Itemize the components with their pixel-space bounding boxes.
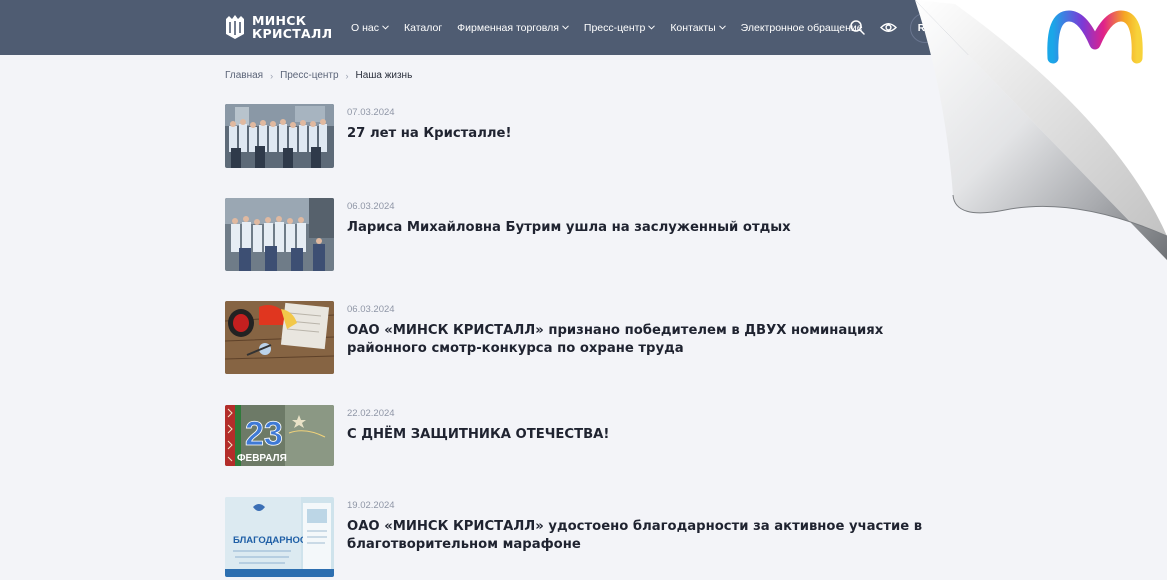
news-item[interactable]: БЛАГОДАРНОСТЬ 19.02.2024 ОАО «МИНСК КРИС… xyxy=(225,497,937,577)
nav-item-catalog[interactable]: Каталог xyxy=(404,22,442,34)
site-header: МИНСК КРИСТАЛЛ О нас Каталог Фирменная т… xyxy=(0,0,1167,55)
language-switch[interactable]: RU xyxy=(910,13,940,43)
main-nav: О нас Каталог Фирменная торговля Пресс-ц… xyxy=(351,0,863,55)
thumb-number: 23 xyxy=(245,415,283,453)
news-body: 06.03.2024 ОАО «МИНСК КРИСТАЛЛ» признано… xyxy=(347,301,937,374)
news-item[interactable]: 06.03.2024 ОАО «МИНСК КРИСТАЛЛ» признано… xyxy=(225,301,937,374)
breadcrumb: Главная › Пресс-центр › Наша жизнь xyxy=(225,70,412,81)
search-icon[interactable] xyxy=(849,19,866,36)
news-body: 06.03.2024 Лариса Михайловна Бутрим ушла… xyxy=(347,198,937,271)
news-date: 19.02.2024 xyxy=(347,500,395,511)
nav-item-retail[interactable]: Фирменная торговля xyxy=(457,22,569,34)
nav-item-press-center[interactable]: Пресс-центр xyxy=(583,21,656,34)
chevron-down-icon xyxy=(562,25,569,30)
news-date: 06.03.2024 xyxy=(347,201,395,212)
news-date: 22.02.2024 xyxy=(347,408,395,419)
nav-label: Электронное обращение xyxy=(740,21,863,34)
logo-text: МИНСК КРИСТАЛЛ xyxy=(252,13,333,41)
news-body: 07.03.2024 27 лет на Кристалле! xyxy=(347,104,937,168)
news-thumbnail[interactable]: БЛАГОДАРНОСТЬ xyxy=(225,497,334,577)
thumb-month: ФЕВРАЛЯ xyxy=(237,453,287,464)
breadcrumb-home[interactable]: Главная xyxy=(225,70,263,81)
news-title[interactable]: Лариса Михайловна Бутрим ушла на заслуже… xyxy=(347,219,937,237)
nav-label: Пресс-центр xyxy=(583,21,646,34)
news-date: 06.03.2024 xyxy=(347,304,395,315)
nav-label: Фирменная торговля xyxy=(457,21,559,34)
news-body: 22.02.2024 С ДНЁМ ЗАЩИТНИКА ОТЕЧЕСТВА! xyxy=(347,405,937,466)
nav-item-about[interactable]: О нас xyxy=(351,22,389,34)
breadcrumb-separator: › xyxy=(345,70,349,81)
news-title[interactable]: С ДНЁМ ЗАЩИТНИКА ОТЕЧЕСТВА! xyxy=(347,426,937,444)
news-thumbnail[interactable] xyxy=(225,104,334,168)
news-thumbnail[interactable]: 23 ФЕВРАЛЯ xyxy=(225,405,334,466)
news-item[interactable]: 07.03.2024 27 лет на Кристалле! xyxy=(225,104,937,168)
nav-label: О нас xyxy=(351,21,379,34)
eye-icon[interactable] xyxy=(880,19,897,36)
breadcrumb-press-center[interactable]: Пресс-центр xyxy=(280,70,338,81)
nav-label: Контакты xyxy=(670,21,716,34)
news-thumbnail[interactable] xyxy=(225,301,334,374)
news-body: 19.02.2024 ОАО «МИНСК КРИСТАЛЛ» удостоен… xyxy=(347,497,937,577)
nav-label: Каталог xyxy=(403,21,443,34)
news-title[interactable]: ОАО «МИНСК КРИСТАЛЛ» признано победителе… xyxy=(347,322,937,358)
chevron-down-icon xyxy=(382,25,389,30)
news-item[interactable]: 06.03.2024 Лариса Михайловна Бутрим ушла… xyxy=(225,198,937,271)
site-logo[interactable]: МИНСК КРИСТАЛЛ xyxy=(224,14,332,40)
news-item[interactable]: 23 ФЕВРАЛЯ 22.02.2024 С ДНЁМ ЗАЩИТНИКА О… xyxy=(225,405,937,466)
news-thumbnail[interactable] xyxy=(225,198,334,271)
brand-m-logo-icon xyxy=(1047,10,1143,64)
nav-item-e-appeal[interactable]: Электронное обращение xyxy=(741,22,863,34)
crystal-logo-icon xyxy=(226,15,244,39)
news-title[interactable]: ОАО «МИНСК КРИСТАЛЛ» удостоено благодарн… xyxy=(347,518,937,554)
news-title[interactable]: 27 лет на Кристалле! xyxy=(347,125,937,143)
chevron-down-icon xyxy=(718,25,726,30)
chevron-down-icon xyxy=(648,25,656,30)
news-date: 07.03.2024 xyxy=(347,107,395,118)
breadcrumb-current: Наша жизнь xyxy=(355,70,413,81)
breadcrumb-separator: › xyxy=(270,70,274,81)
nav-item-contacts[interactable]: Контакты xyxy=(670,21,726,34)
